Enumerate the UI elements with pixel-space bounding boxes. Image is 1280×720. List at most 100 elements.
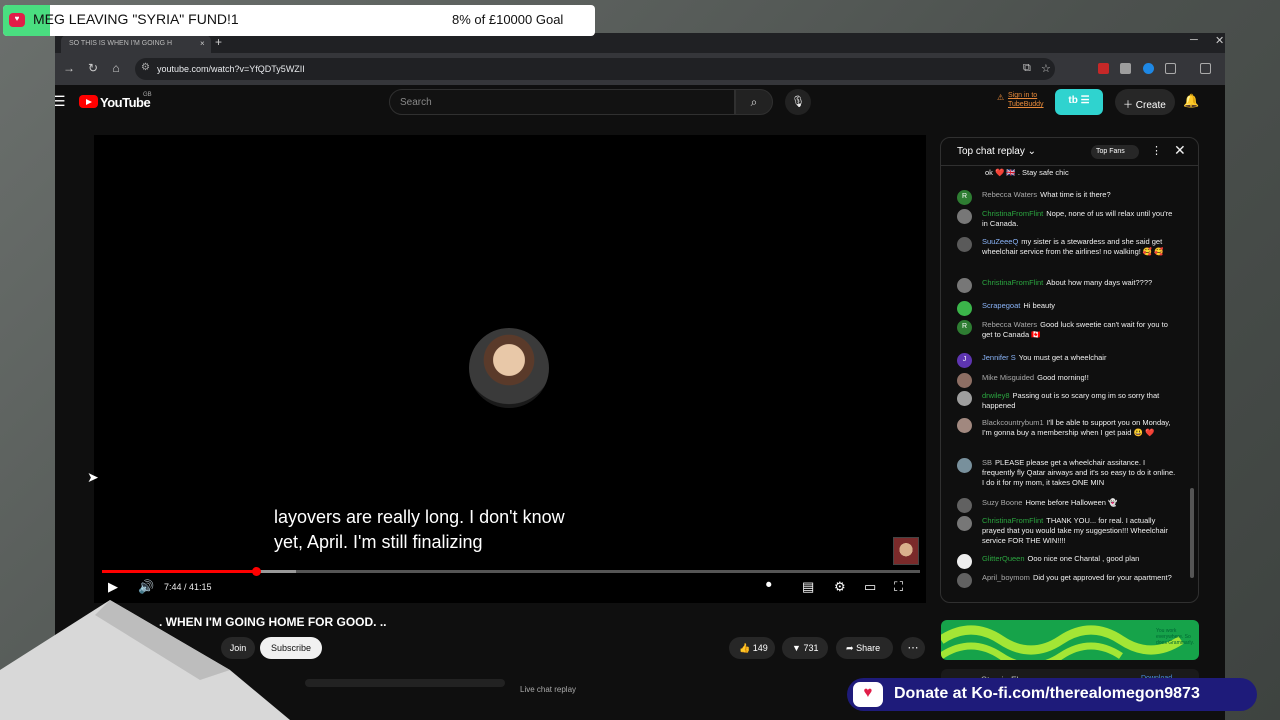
chat-author-name[interactable]: Scrapegoat [982, 301, 1020, 310]
comments-button[interactable]: ▼ 731 [782, 637, 828, 659]
new-tab-button[interactable]: + [215, 35, 222, 49]
search-button[interactable]: ⌕ [735, 89, 773, 115]
extensions-puzzle-icon[interactable] [1165, 63, 1176, 74]
caption-line-1: layovers are really long. I don't know [274, 507, 565, 527]
chat-author-name[interactable]: SB [982, 458, 992, 467]
chat-author-name[interactable]: ChristinaFromFlint [982, 209, 1043, 218]
site-info-icon[interactable]: ⚙ [141, 62, 150, 73]
share-button[interactable]: ➦ Share [836, 637, 893, 659]
chat-scrollbar[interactable] [1190, 488, 1194, 578]
chat-author-avatar[interactable] [957, 516, 972, 531]
url-field[interactable]: ⚙ youtube.com/watch?v=YfQDTy5WZII ⧉ ☆ [135, 58, 1055, 80]
chat-author-name[interactable]: ChristinaFromFlint [982, 516, 1043, 525]
window-close-button[interactable]: ✕ [1215, 34, 1224, 47]
fullscreen-icon[interactable]: ⛶ [894, 579, 903, 595]
chat-author-name[interactable]: drwiley8 [982, 391, 1010, 400]
volume-icon[interactable]: 🔊 [138, 579, 154, 595]
chat-message-content: ChristinaFromFlint About how many days wa… [982, 278, 1178, 288]
chat-author-avatar[interactable] [957, 373, 972, 388]
chat-author-avatar[interactable]: R [957, 190, 972, 205]
bookmark-star-icon[interactable]: ☆ [1041, 62, 1051, 75]
live-chat-panel: Top chat replay ⌄ Top Fans ⋮ ✕ ok ❤️ 🇬🇧 … [940, 137, 1199, 603]
extension-icon[interactable] [1098, 63, 1109, 74]
chat-author-avatar[interactable] [957, 498, 972, 513]
chat-message-content: Suzy Boone Home before Halloween 👻 [982, 498, 1178, 508]
kofi-cup-icon: ♥ [9, 13, 25, 27]
chat-author-avatar[interactable] [957, 573, 972, 588]
like-count: 149 [752, 643, 768, 653]
video-caption: layovers are really long. I don't know y… [274, 505, 634, 555]
chat-author-avatar[interactable] [957, 458, 972, 473]
theater-mode-icon[interactable]: ▭ [864, 579, 876, 595]
reading-list-icon[interactable] [1200, 63, 1211, 74]
captions-icon[interactable]: ▤ [802, 579, 814, 595]
microphone-icon: 🎙 [791, 96, 805, 108]
extension-icon[interactable] [1143, 63, 1154, 74]
chat-author-avatar[interactable] [957, 278, 972, 293]
chat-author-name[interactable]: SuuZeeeQ [982, 237, 1018, 246]
chat-author-avatar[interactable] [957, 418, 972, 433]
chat-author-name[interactable]: ChristinaFromFlint [982, 278, 1043, 287]
chat-mode-dropdown[interactable]: Top chat replay ⌄ [957, 146, 1036, 157]
like-button[interactable]: 👍 149 [729, 637, 775, 659]
install-app-icon[interactable]: ⧉ [1023, 62, 1031, 75]
settings-gear-icon[interactable]: ⚙ [834, 579, 846, 595]
chat-message-content: Mike Misguided Good morning!! [982, 373, 1178, 383]
voice-search-button[interactable]: 🎙 [785, 89, 811, 115]
chat-author-name[interactable]: Jennifer S [982, 353, 1016, 362]
tab-close-icon[interactable]: × [200, 39, 205, 48]
reload-icon[interactable]: ↻ [85, 61, 101, 75]
chat-author-avatar[interactable] [957, 391, 972, 406]
search-input[interactable]: Search [389, 89, 735, 115]
donation-title: MEG LEAVING "SYRIA" FUND!1 [33, 11, 239, 27]
chat-author-name[interactable]: GlitterQueen [982, 554, 1025, 563]
chat-author-name[interactable]: Mike Misguided [982, 373, 1034, 382]
chat-author-avatar[interactable]: R [957, 320, 972, 335]
progress-bar[interactable] [102, 567, 920, 576]
chat-author-name[interactable]: Rebecca Waters [982, 320, 1037, 329]
home-icon[interactable]: ⌂ [108, 61, 124, 75]
window-minimize-button[interactable]: ─ [1190, 34, 1198, 46]
video-player[interactable]: layovers are really long. I don't know y… [94, 135, 926, 603]
tubebuddy-signin-link[interactable]: Sign in to TubeBuddy [1008, 91, 1044, 109]
chat-author-avatar[interactable] [957, 301, 972, 316]
browser-tab[interactable]: SO THIS IS WHEN I'M GOING H × [61, 35, 211, 53]
chat-author-avatar[interactable] [957, 237, 972, 252]
autoplay-toggle-icon[interactable]: ⏺ [766, 579, 772, 592]
play-icon[interactable]: ▶ [108, 579, 118, 595]
share-icon: ➦ [846, 643, 854, 653]
scrubber-handle[interactable] [251, 567, 261, 576]
donation-goal-text: 8% of £10000 Goal [452, 12, 564, 27]
chat-message-content: SuuZeeeQ my sister is a stewardess and sh… [982, 237, 1178, 257]
notifications-bell-icon[interactable]: 🔔 [1183, 93, 1199, 109]
advertisement-banner[interactable]: You work everywhere. So does Grammarly. [941, 620, 1199, 660]
chat-author-name[interactable]: April_boymom [982, 573, 1030, 582]
chat-author-avatar[interactable] [957, 554, 972, 569]
chat-message-text: About how many days wait???? [1046, 278, 1153, 287]
chat-message-text: You must get a wheelchair [1018, 353, 1107, 362]
tubebuddy-button[interactable]: tb ☰ [1055, 89, 1103, 115]
chat-author-avatar[interactable] [957, 209, 972, 224]
youtube-logo-icon[interactable] [79, 95, 98, 108]
forward-icon[interactable]: → [61, 61, 77, 75]
menu-icon[interactable]: ☰ [55, 93, 66, 110]
chat-author-avatar[interactable]: J [957, 353, 972, 368]
chat-menu-icon[interactable]: ⋮ [1151, 144, 1162, 157]
chat-message-content: ok ❤️ 🇬🇧 . Stay safe chic [982, 168, 1178, 178]
foreground-prop-graphic [0, 600, 290, 720]
close-chat-icon[interactable]: ✕ [1174, 142, 1186, 159]
create-button[interactable]: ＋ Create [1115, 89, 1175, 115]
chat-author-name[interactable]: Blackcountrybum1 [982, 418, 1044, 427]
chat-author-name[interactable]: Suzy Boone [982, 498, 1022, 507]
chat-message-content: Blackcountrybum1 I'll be able to support … [982, 418, 1178, 438]
chat-message-text: PLEASE please get a wheelchair assitance… [982, 458, 1176, 487]
chat-author-name[interactable]: Rebecca Waters [982, 190, 1037, 199]
chat-message-content: Rebecca Waters What time is it there? [982, 190, 1178, 200]
more-actions-button[interactable]: ⋯ [901, 637, 925, 659]
country-code: GB [143, 92, 152, 98]
top-fans-button[interactable]: Top Fans [1091, 145, 1139, 159]
time-display: 7:44 / 41:15 [164, 582, 212, 592]
chat-title: Top chat replay [957, 146, 1025, 157]
extension-icon[interactable] [1120, 63, 1131, 74]
channel-avatar-image [469, 328, 549, 408]
